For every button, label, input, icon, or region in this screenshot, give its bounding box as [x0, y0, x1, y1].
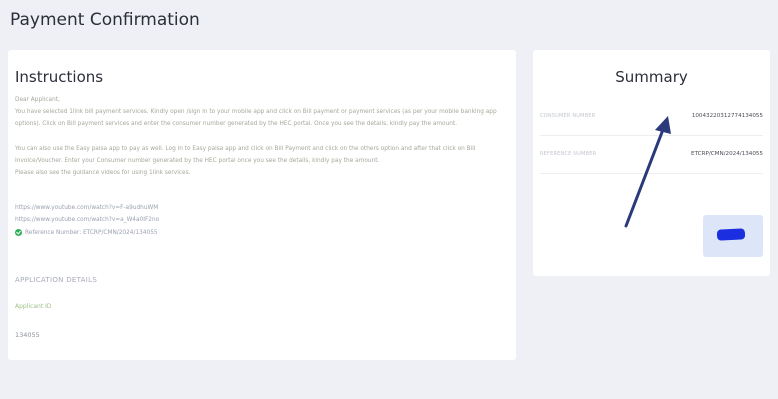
instructions-paragraph-easypaisa: You can also use the Easy paisa app to p…: [15, 146, 476, 165]
instructions-heading: Instructions: [15, 68, 104, 86]
consumer-number-label: CONSUMER NUMBER: [540, 113, 596, 119]
instructions-paragraph-videos: Please also see the guidance videos for …: [15, 170, 191, 176]
redacted-action-button[interactable]: [703, 215, 763, 257]
instructions-card: Instructions Dear Applicant, You have se…: [8, 50, 516, 360]
consumer-number-value: 1004322031277413405​5: [691, 113, 763, 119]
page-title: Payment Confirmation: [10, 10, 200, 30]
reference-line: Reference Number: ETCRP/CMN/2024/134055: [15, 227, 509, 239]
guidance-links: https://www.youtube.com/watch?v=F-a9udhu…: [15, 202, 509, 239]
summary-row-consumer-number: CONSUMER NUMBER 1004322031277413405​5: [540, 97, 763, 136]
instructions-paragraph-1link: You have selected 1link bill payment ser…: [15, 109, 497, 128]
summary-row-reference-number: REFERENCE NUMBER ETCRP/CMN/2024/134055: [540, 135, 763, 174]
check-circle-icon: [15, 229, 22, 237]
summary-card: Summary CONSUMER NUMBER 1004322031277413…: [533, 50, 770, 276]
guidance-video-link-1[interactable]: https://www.youtube.com/watch?v=F-a9udhu…: [15, 202, 509, 214]
greeting-text: Dear Applicant,: [15, 97, 60, 103]
application-details-title: APPLICATION DETAILS: [15, 276, 98, 284]
summary-heading: Summary: [615, 68, 688, 86]
applicant-id-label: Applicant ID: [15, 303, 52, 310]
applicant-id-value: 134055: [15, 331, 40, 339]
reference-number-value: ETCRP/CMN/2024/134055: [691, 151, 763, 157]
reference-number-label: REFERENCE NUMBER: [540, 151, 597, 157]
redaction-mark: [716, 228, 746, 241]
reference-number-text: Reference Number: ETCRP/CMN/2024/134055: [25, 229, 158, 236]
guidance-video-link-2[interactable]: https://www.youtube.com/watch?v=a_W4a0IF…: [15, 214, 509, 226]
